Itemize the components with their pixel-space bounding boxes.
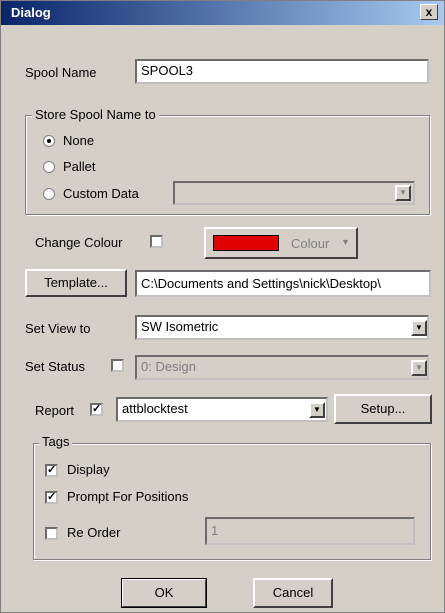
reorder-input[interactable]: 1: [205, 517, 415, 545]
close-icon: x: [425, 5, 433, 19]
change-colour-checkbox[interactable]: [150, 235, 163, 248]
prompt-positions-label: Prompt For Positions: [67, 489, 189, 504]
checkmark-icon: ✓: [47, 464, 57, 476]
close-button[interactable]: x: [420, 4, 438, 20]
display-label: Display: [67, 462, 110, 477]
template-path-field[interactable]: C:\Documents and Settings\nick\Desktop\: [135, 270, 431, 297]
radio-pallet[interactable]: [43, 161, 55, 173]
display-checkbox[interactable]: ✓: [45, 464, 58, 477]
report-select[interactable]: attblocktest: [116, 397, 328, 422]
template-button[interactable]: Template...: [25, 269, 127, 297]
change-colour-label: Change Colour: [35, 235, 123, 250]
checkmark-icon: ✓: [92, 403, 102, 415]
chevron-down-icon[interactable]: ▼: [411, 360, 427, 376]
reorder-label: Re Order: [67, 525, 121, 540]
ok-button[interactable]: OK: [121, 578, 207, 608]
radio-none[interactable]: [43, 135, 55, 147]
set-view-select[interactable]: SW Isometric: [135, 315, 429, 340]
reorder-checkbox[interactable]: [45, 527, 58, 540]
radio-selected-dot: [47, 139, 51, 143]
cancel-button[interactable]: Cancel: [253, 578, 333, 608]
dialog-window: Dialog x Spool Name SPOOL3 Store Spool N…: [0, 0, 445, 613]
title-bar: Dialog x: [1, 1, 444, 25]
set-status-checkbox[interactable]: [111, 359, 124, 372]
radio-custom-data-label: Custom Data: [63, 186, 139, 201]
set-view-label: Set View to: [25, 321, 91, 336]
custom-data-select[interactable]: [173, 181, 415, 205]
radio-pallet-label: Pallet: [63, 159, 96, 174]
set-status-select[interactable]: 0: Design: [135, 355, 429, 380]
colour-swatch: [213, 235, 279, 251]
spool-name-label: Spool Name: [25, 65, 97, 80]
radio-none-label: None: [63, 133, 95, 148]
checkmark-icon: ✓: [47, 491, 57, 503]
report-label: Report: [35, 403, 75, 418]
spool-name-input[interactable]: SPOOL3: [135, 59, 429, 84]
store-group-title: Store Spool Name to: [32, 107, 159, 122]
chevron-down-icon: ▼: [341, 237, 350, 247]
set-status-label: Set Status: [25, 359, 85, 374]
window-title: Dialog: [11, 5, 51, 20]
colour-button-label: Colour: [291, 236, 330, 251]
chevron-down-icon[interactable]: ▼: [395, 185, 411, 201]
radio-custom-data[interactable]: [43, 188, 55, 200]
chevron-down-icon[interactable]: ▼: [411, 320, 427, 336]
tags-group-title: Tags: [39, 434, 73, 449]
report-checkbox[interactable]: ✓: [90, 403, 103, 416]
chevron-down-icon[interactable]: ▼: [309, 402, 325, 418]
setup-button[interactable]: Setup...: [334, 394, 432, 424]
prompt-positions-checkbox[interactable]: ✓: [45, 491, 58, 504]
